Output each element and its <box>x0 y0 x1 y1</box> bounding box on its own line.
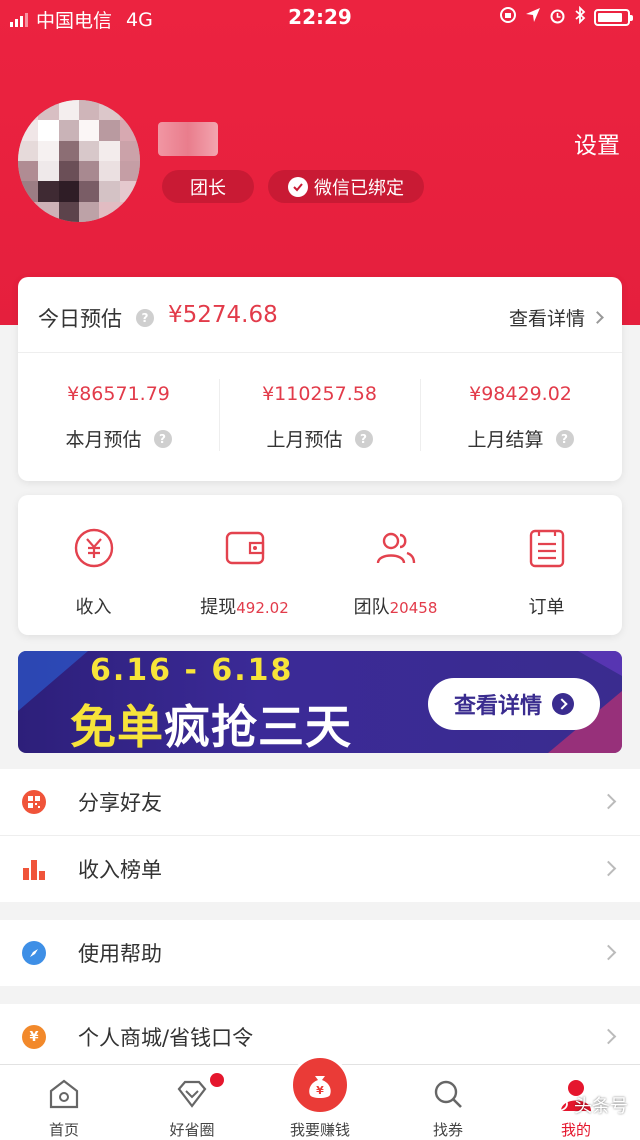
search-icon <box>434 1080 462 1108</box>
list-item-label: 使用帮助 <box>78 942 162 966</box>
banner-headline-yellow: 免单 <box>70 700 164 753</box>
help-icon[interactable]: ? <box>153 429 172 448</box>
list-item-label: 个人商城/省钱口令 <box>78 1026 254 1050</box>
menu-withdraw[interactable]: 提现492.02 <box>169 495 320 635</box>
tab-find-coupons[interactable]: 找券 <box>384 1065 512 1140</box>
today-estimate-value: ¥5274.68 <box>168 302 278 328</box>
banner-button-label: 查看详情 <box>453 694 542 719</box>
menu-label: 团队 <box>353 597 390 618</box>
status-bar: 中国电信 4G 22:29 <box>0 0 640 34</box>
menu-value: 20458 <box>389 599 438 617</box>
chevron-right-icon <box>600 860 617 877</box>
stat-label: 本月预估 <box>65 429 142 451</box>
today-estimate-row[interactable]: 今日预估 ? ¥5274.68 查看详情 <box>18 277 622 353</box>
menu-team[interactable]: 团队20458 <box>320 495 471 635</box>
chevron-right-icon <box>600 793 617 810</box>
menu-orders[interactable]: 订单 <box>471 495 622 635</box>
view-details-link[interactable]: 查看详情 <box>508 304 604 331</box>
yuan-coin-icon <box>74 528 114 568</box>
menu-label: 收入 <box>75 597 112 618</box>
alarm-icon <box>549 7 566 28</box>
banner-details-button[interactable]: 查看详情 <box>428 678 600 730</box>
bottom-tab-bar: 首页 好省圈 ¥ 我要赚钱 找券 我的 <box>0 1055 640 1140</box>
chat-bubble-icon <box>546 1096 568 1113</box>
tab-circle[interactable]: 好省圈 <box>128 1065 256 1140</box>
menu-income[interactable]: 收入 <box>18 495 169 635</box>
share-qr-icon <box>22 790 46 814</box>
menu-label: 订单 <box>528 597 565 618</box>
svg-text:¥: ¥ <box>316 1084 324 1097</box>
battery-icon <box>594 8 633 26</box>
nickname <box>158 122 218 156</box>
location-icon <box>525 7 541 27</box>
wallet-icon <box>225 531 265 565</box>
tab-home[interactable]: 首页 <box>0 1065 128 1140</box>
earnings-card: 今日预估 ? ¥5274.68 查看详情 ¥86571.79 本月预估? ¥11… <box>18 277 622 481</box>
coin-icon: ¥ <box>22 1025 46 1049</box>
order-list-icon <box>529 529 565 568</box>
arrow-circle-icon <box>552 693 574 715</box>
role-badge: 团长 <box>162 170 254 203</box>
list-item-help[interactable]: 使用帮助 <box>0 920 640 986</box>
diamond-icon <box>177 1080 207 1108</box>
help-icon[interactable]: ? <box>136 309 154 327</box>
today-estimate-label: 今日预估 <box>38 307 122 331</box>
bluetooth-icon <box>574 5 586 28</box>
team-icon <box>376 532 416 564</box>
chevron-right-icon <box>600 944 617 961</box>
menu-label: 提现 <box>200 597 237 618</box>
help-icon[interactable]: ? <box>354 429 373 448</box>
tab-label: 我的 <box>560 1121 591 1139</box>
list-item-label: 分享好友 <box>78 791 162 815</box>
banner-headline: 免单疯抢三天 <box>70 691 352 753</box>
stat-value: ¥110257.58 <box>262 383 377 405</box>
stat-last-month-estimate[interactable]: ¥110257.58 上月预估? <box>219 353 420 481</box>
settings-button[interactable]: 设置 <box>574 126 620 160</box>
banner-headline-white: 疯抢三天 <box>164 700 352 753</box>
role-badge-label: 团长 <box>190 177 226 199</box>
bar-chart-icon <box>22 857 46 881</box>
tab-label: 首页 <box>48 1121 79 1139</box>
view-details-label: 查看详情 <box>508 308 585 330</box>
help-icon[interactable]: ? <box>555 429 574 448</box>
list-item-share-friends[interactable]: 分享好友 <box>0 769 640 835</box>
stat-label: 上月结算 <box>467 429 544 451</box>
stat-label: 上月预估 <box>266 429 343 451</box>
stat-last-month-settled[interactable]: ¥98429.02 上月结算? <box>420 353 621 481</box>
compass-icon <box>22 941 46 965</box>
tab-earn-money[interactable]: ¥ 我要赚钱 <box>256 1055 384 1140</box>
money-bag-icon: ¥ <box>290 1055 350 1115</box>
stat-value: ¥86571.79 <box>67 383 170 405</box>
list-item-income-ranking[interactable]: 收入榜单 <box>0 836 640 902</box>
stat-this-month[interactable]: ¥86571.79 本月预估? <box>18 353 219 481</box>
check-icon <box>288 176 308 197</box>
tab-label: 我要赚钱 <box>289 1121 350 1139</box>
chevron-right-icon <box>591 311 604 324</box>
rotation-lock-icon <box>499 6 517 28</box>
quick-menu: 收入 提现492.02 团队20458 订单 <box>18 495 622 635</box>
avatar[interactable] <box>18 100 140 222</box>
notification-dot <box>210 1073 224 1087</box>
home-icon <box>49 1079 79 1109</box>
watermark-text: 头条号 <box>574 1096 628 1117</box>
tab-label: 找券 <box>432 1121 463 1139</box>
tab-label: 好省圈 <box>169 1121 215 1139</box>
watermark: 头条号 <box>546 1092 628 1118</box>
wechat-bound-badge: 微信已绑定 <box>268 170 424 203</box>
promo-banner[interactable]: 6.16 - 6.18 免单疯抢三天 查看详情 <box>18 651 622 753</box>
menu-value: 492.02 <box>236 599 289 617</box>
chevron-right-icon <box>600 1028 617 1045</box>
banner-date: 6.16 - 6.18 <box>90 653 294 688</box>
list-item-label: 收入榜单 <box>78 858 162 882</box>
wechat-badge-label: 微信已绑定 <box>314 177 404 199</box>
stat-value: ¥98429.02 <box>469 383 572 405</box>
